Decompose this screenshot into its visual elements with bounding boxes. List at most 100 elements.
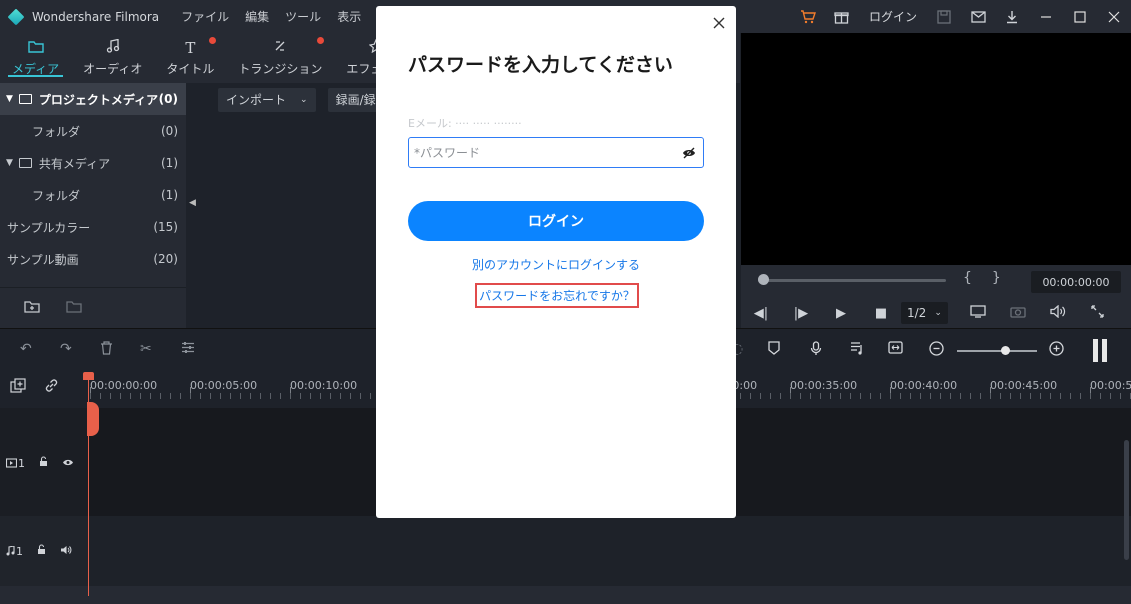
sidebar-footer [0, 287, 186, 328]
stop-icon[interactable]: ■ [861, 306, 901, 321]
login-link[interactable]: ログイン [859, 8, 927, 25]
sidebar-item-folder[interactable]: フォルダ (1) [0, 179, 186, 211]
preview-ratio-select[interactable]: 1/2 ⌄ [901, 302, 948, 324]
ruler-minor-tick [200, 393, 201, 399]
tab-titles[interactable]: T タイトル [154, 33, 226, 83]
preview-timecode: 00:00:00:00 [1031, 271, 1121, 293]
ruler-minor-tick [1080, 393, 1081, 399]
ruler-minor-tick [890, 393, 891, 399]
cart-icon[interactable] [791, 0, 825, 33]
microphone-icon[interactable] [810, 341, 822, 360]
audio-track-icon: 1 [6, 545, 23, 558]
camera-icon[interactable] [998, 305, 1038, 322]
import-dropdown[interactable]: インポート ⌄ [218, 87, 316, 112]
tab-transitions[interactable]: トランジション [226, 33, 334, 83]
audio-mixer-icon[interactable] [850, 341, 864, 359]
app-title: Wondershare Filmora [32, 9, 160, 24]
marker-icon[interactable] [768, 341, 780, 359]
ruler-minor-tick [170, 393, 171, 399]
playhead-handle[interactable] [87, 402, 99, 436]
menu-edit[interactable]: 編集 [245, 8, 269, 25]
minimize-icon[interactable] [1029, 0, 1063, 33]
fit-timeline-icon[interactable] [888, 341, 903, 358]
ruler-minor-tick [130, 393, 131, 399]
password-placeholder: *パスワード [414, 146, 481, 160]
ruler-minor-tick [1020, 393, 1021, 399]
password-field[interactable]: *パスワード [408, 137, 704, 168]
chevron-down-icon: ⌄ [300, 94, 308, 105]
eye-slash-icon[interactable] [682, 146, 696, 160]
zoom-slider[interactable] [957, 350, 1037, 352]
fullscreen-icon[interactable] [1078, 304, 1118, 322]
close-window-icon[interactable] [1097, 0, 1131, 33]
eye-icon[interactable] [62, 457, 74, 470]
expand-triangle-icon[interactable]: ▼ [6, 94, 13, 104]
preview-scrubber[interactable] [758, 279, 946, 282]
ruler-minor-tick [220, 393, 221, 399]
timeline-scrollbar[interactable] [0, 586, 1131, 604]
adjust-icon[interactable] [181, 341, 195, 358]
add-track-icon[interactable] [10, 378, 26, 397]
login-button[interactable]: ログイン [408, 201, 704, 241]
tab-audio[interactable]: オーディオ [71, 33, 154, 83]
filmora-logo-icon [7, 8, 25, 25]
text-icon: T [185, 39, 196, 57]
cut-icon[interactable]: ✂ [140, 341, 152, 357]
lock-icon[interactable] [37, 544, 46, 558]
dialog-title: パスワードを入力してください [408, 54, 673, 76]
speaker-icon[interactable] [60, 545, 72, 558]
ruler-minor-tick [1000, 393, 1001, 399]
zoom-out-icon[interactable] [929, 341, 944, 360]
ruler-minor-tick [1010, 393, 1011, 399]
tab-media[interactable]: メディア [0, 33, 71, 83]
sidebar-item-sample-videos[interactable]: サンプル動画 (20) [0, 243, 186, 275]
new-badge [209, 37, 217, 44]
ruler-minor-tick [260, 393, 261, 399]
save-icon[interactable] [927, 0, 961, 33]
collapse-sidebar-icon[interactable]: ◀ [189, 198, 196, 208]
maximize-icon[interactable] [1063, 0, 1097, 33]
mail-icon[interactable] [961, 0, 995, 33]
close-icon[interactable] [709, 14, 729, 34]
pause-icon[interactable] [1093, 339, 1111, 366]
next-frame-icon[interactable]: |▶ [781, 306, 821, 321]
ruler-minor-tick [930, 393, 931, 399]
sidebar-item-project-media[interactable]: ▼ プロジェクトメディア (0) [0, 83, 186, 115]
link-icon[interactable] [44, 378, 59, 397]
ruler-minor-tick [1060, 393, 1061, 399]
menu-file[interactable]: ファイル [181, 8, 229, 25]
menu-view[interactable]: 表示 [337, 8, 361, 25]
gift-icon[interactable] [825, 0, 859, 33]
import-label: インポート [226, 93, 287, 107]
lock-icon[interactable] [39, 456, 48, 470]
undo-icon[interactable]: ↶ [20, 341, 32, 357]
previous-frame-icon[interactable]: ◀| [741, 306, 781, 321]
scrubber-handle[interactable] [758, 274, 769, 285]
new-folder-icon[interactable] [24, 300, 40, 317]
display-icon[interactable] [958, 304, 998, 322]
ruler-minor-tick [740, 393, 741, 399]
sidebar-item-shared-media[interactable]: ▼ 共有メディア (1) [0, 147, 186, 179]
other-account-link[interactable]: 別のアカウントにログインする [376, 256, 736, 273]
delete-icon[interactable] [100, 341, 113, 359]
zoom-slider-handle[interactable] [1001, 346, 1010, 355]
ruler-minor-tick [240, 393, 241, 399]
audio-track[interactable]: 1 [0, 516, 1131, 586]
sidebar-item-folder[interactable]: フォルダ (0) [0, 115, 186, 147]
ruler-minor-tick [140, 393, 141, 399]
forgot-password-link[interactable]: パスワードをお忘れですか？ [475, 283, 639, 308]
redo-icon[interactable]: ↷ [60, 341, 72, 357]
play-icon[interactable]: ▶ [821, 306, 861, 321]
folder-icon[interactable] [66, 300, 82, 317]
ruler-minor-tick [900, 393, 901, 399]
volume-icon[interactable] [1038, 304, 1078, 322]
zoom-in-icon[interactable] [1049, 341, 1064, 360]
mark-in-out-icon[interactable]: {} [963, 270, 1021, 286]
menu-tools[interactable]: ツール [285, 8, 321, 25]
ratio-value: 1/2 [907, 306, 927, 320]
sidebar-item-sample-colors[interactable]: サンプルカラー (15) [0, 211, 186, 243]
expand-triangle-icon[interactable]: ▼ [6, 158, 13, 168]
ruler-minor-tick [1110, 393, 1111, 399]
download-icon[interactable] [995, 0, 1029, 33]
vertical-scrollbar[interactable] [1124, 440, 1129, 560]
